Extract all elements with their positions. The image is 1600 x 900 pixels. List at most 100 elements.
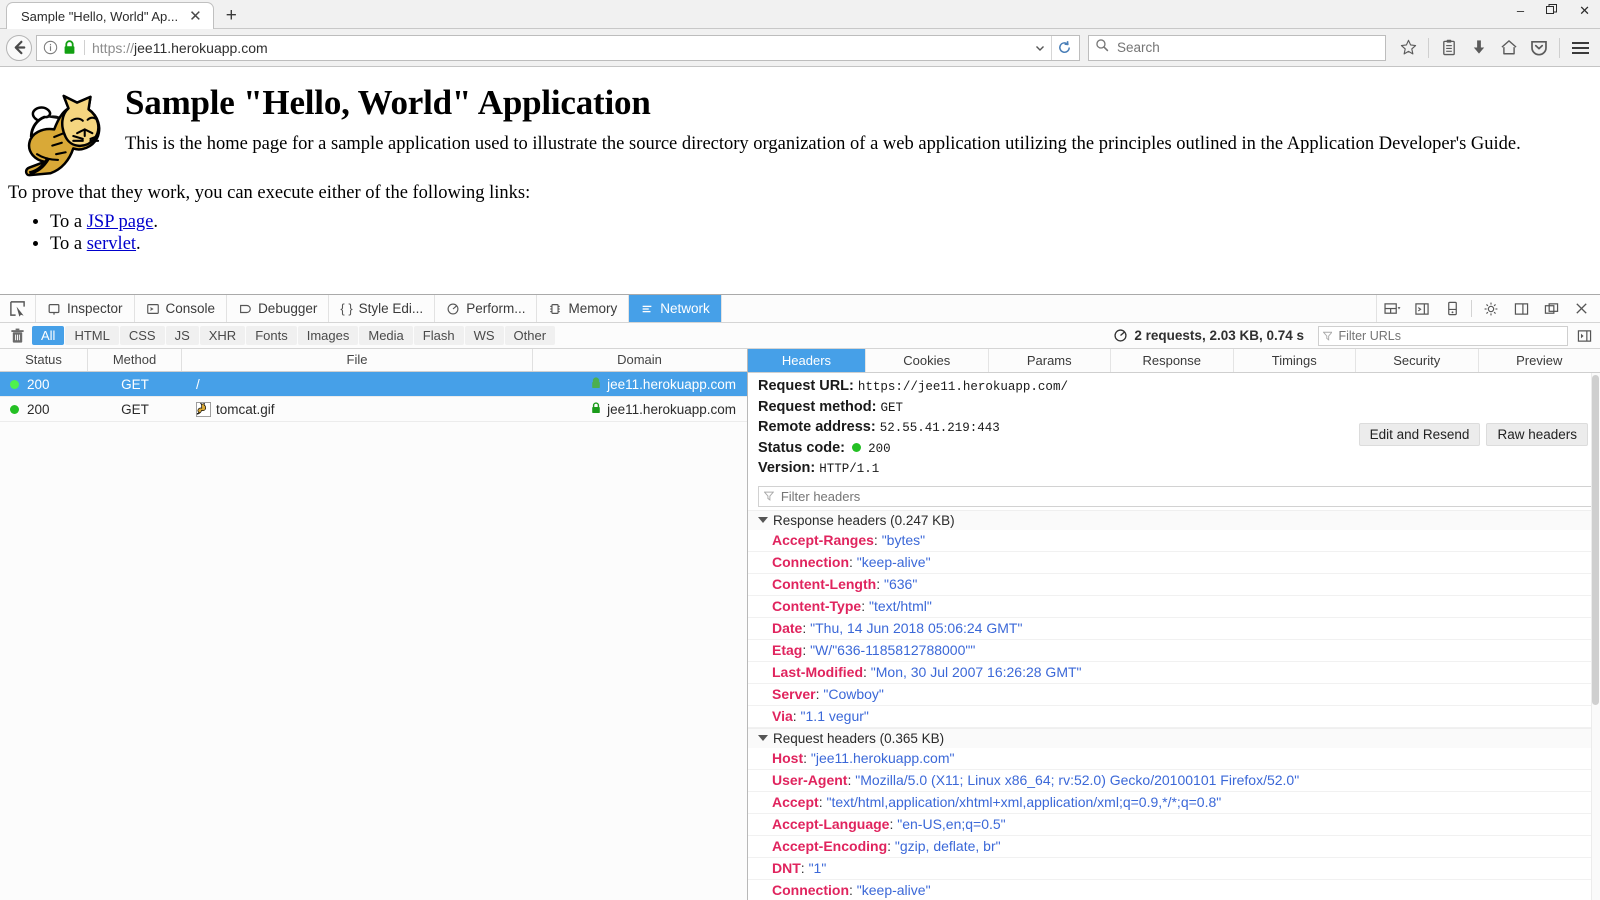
separate-window-icon[interactable] xyxy=(1536,295,1566,322)
trash-icon[interactable] xyxy=(4,328,30,344)
response-headers-group[interactable]: Response headers (0.247 KB) xyxy=(748,509,1600,530)
toggle-details-pane-icon[interactable] xyxy=(1572,329,1596,343)
filter-images[interactable]: Images xyxy=(297,326,359,345)
header-row: DNT: "1" xyxy=(748,858,1600,880)
request-url-label: Request URL: xyxy=(758,378,854,394)
tab-style-editor[interactable]: { } Style Edi... xyxy=(329,295,436,322)
tab-label: Style Edi... xyxy=(358,301,424,316)
url-filter-input-wrap[interactable] xyxy=(1318,325,1568,346)
remote-address-value: 52.55.41.219:443 xyxy=(879,421,1000,435)
request-headers-group[interactable]: Request headers (0.365 KB) xyxy=(748,727,1600,748)
download-icon[interactable] xyxy=(1465,34,1493,62)
filter-all[interactable]: All xyxy=(32,326,65,345)
home-icon[interactable] xyxy=(1495,34,1523,62)
header-row: Accept-Encoding: "gzip, deflate, br" xyxy=(748,836,1600,858)
close-icon[interactable]: ✕ xyxy=(186,9,205,24)
browser-window: Sample "Hello, World" Ap... ✕ + – ✕ http… xyxy=(0,0,1600,900)
column-header-file[interactable]: File xyxy=(182,349,533,371)
status-dot-icon xyxy=(10,379,19,389)
chevron-down-glyph xyxy=(1036,45,1044,51)
tab-memory[interactable]: Memory xyxy=(537,295,630,322)
back-button[interactable] xyxy=(6,33,36,63)
filter-js[interactable]: JS xyxy=(165,326,199,345)
filter-flash[interactable]: Flash xyxy=(413,326,464,345)
column-header-domain[interactable]: Domain xyxy=(533,349,746,371)
url-text: https://jee11.herokuapp.com xyxy=(92,40,1029,56)
raw-headers-button[interactable]: Raw headers xyxy=(1486,423,1588,446)
maximize-icon[interactable] xyxy=(1542,2,1561,19)
tab-preview[interactable]: Preview xyxy=(1479,349,1600,372)
filter-ws[interactable]: WS xyxy=(464,326,504,345)
filter-other[interactable]: Other xyxy=(504,326,556,345)
tab-strip: Sample "Hello, World" Ap... ✕ + xyxy=(0,0,249,29)
tab-network[interactable]: Network xyxy=(629,295,722,322)
filter-html[interactable]: HTML xyxy=(65,326,119,345)
tab-label: Perform... xyxy=(466,301,526,316)
column-header-method[interactable]: Method xyxy=(88,349,182,371)
table-row[interactable]: 200 GET / jee11.herokuapp.com xyxy=(0,372,747,397)
minimize-icon[interactable]: – xyxy=(1513,2,1528,19)
request-headers-title: Request headers (0.365 KB) xyxy=(773,730,945,746)
filter-xhr[interactable]: XHR xyxy=(199,326,246,345)
request-details-pane: Headers Cookies Params Response Timings … xyxy=(748,349,1600,900)
chevron-down-icon xyxy=(758,735,768,741)
tab-response[interactable]: Response xyxy=(1111,349,1234,372)
filter-css[interactable]: CSS xyxy=(119,326,165,345)
browser-tab[interactable]: Sample "Hello, World" Ap... ✕ xyxy=(6,2,214,29)
summary-action-buttons: Edit and Resend Raw headers xyxy=(1358,423,1588,446)
header-filter-input[interactable] xyxy=(778,487,1588,505)
list-item: To a servlet. xyxy=(50,234,1592,255)
search-bar[interactable] xyxy=(1088,34,1386,61)
dock-side-icon[interactable] xyxy=(1506,295,1536,322)
devtools-close-icon[interactable] xyxy=(1566,295,1596,322)
new-tab-button[interactable]: + xyxy=(214,2,249,29)
library-icon[interactable] xyxy=(1435,34,1463,62)
devtools-panel: Inspector Console Debugger { } Style Edi… xyxy=(0,294,1600,900)
scrollbar-thumb[interactable] xyxy=(1592,375,1599,705)
lock-icon[interactable] xyxy=(63,40,76,55)
tab-cookies[interactable]: Cookies xyxy=(866,349,989,372)
url-bar[interactable]: https://jee11.herokuapp.com xyxy=(36,34,1080,61)
settings-gear-icon[interactable] xyxy=(1476,295,1506,322)
reload-icon[interactable] xyxy=(1051,35,1077,60)
jsp-page-link[interactable]: JSP page xyxy=(87,212,154,232)
open-console-icon[interactable] xyxy=(1407,295,1437,322)
performance-icon xyxy=(447,303,459,314)
hamburger-menu-icon[interactable] xyxy=(1566,34,1594,62)
split-console-layout-icon[interactable] xyxy=(1377,295,1407,322)
tab-security[interactable]: Security xyxy=(1356,349,1479,372)
window-close-icon[interactable]: ✕ xyxy=(1575,2,1594,19)
header-value: "en-US,en;q=0.5" xyxy=(897,815,1006,832)
filter-fonts[interactable]: Fonts xyxy=(246,326,297,345)
row-domain-cell: jee11.herokuapp.com xyxy=(533,377,746,392)
tab-timings[interactable]: Timings xyxy=(1234,349,1356,372)
tab-performance[interactable]: Perform... xyxy=(435,295,538,322)
pocket-icon[interactable] xyxy=(1525,34,1553,62)
servlet-link[interactable]: servlet xyxy=(87,234,136,254)
header-row: Via: "1.1 vegur" xyxy=(748,706,1600,728)
toggle-details-glyph xyxy=(1577,329,1591,342)
inspector-icon xyxy=(48,303,60,315)
memory-icon xyxy=(550,303,561,314)
version-value: HTTP/1.1 xyxy=(819,462,880,476)
header-filter-wrap[interactable] xyxy=(758,485,1594,507)
tab-debugger[interactable]: Debugger xyxy=(227,295,330,322)
edit-and-resend-button[interactable]: Edit and Resend xyxy=(1358,423,1481,446)
filter-media[interactable]: Media xyxy=(359,326,413,345)
chevron-down-icon[interactable] xyxy=(1029,36,1051,60)
table-row[interactable]: 200 GET tomcat.gif jee11.herokuapp.com xyxy=(0,397,747,422)
element-picker-icon[interactable] xyxy=(0,295,36,322)
info-icon[interactable] xyxy=(43,40,58,55)
details-scrollbar[interactable] xyxy=(1591,373,1600,900)
responsive-design-icon[interactable] xyxy=(1437,295,1467,322)
column-header-status[interactable]: Status xyxy=(0,349,88,371)
tab-inspector[interactable]: Inspector xyxy=(36,295,135,322)
url-filter-input[interactable] xyxy=(1336,327,1563,344)
tab-console[interactable]: Console xyxy=(135,295,228,322)
tab-headers[interactable]: Headers xyxy=(748,349,866,372)
star-icon[interactable] xyxy=(1394,34,1422,62)
tab-params[interactable]: Params xyxy=(989,349,1111,372)
tab-label: Console xyxy=(165,301,216,316)
performance-analysis-icon[interactable] xyxy=(1113,328,1128,343)
search-input[interactable] xyxy=(1115,39,1379,56)
